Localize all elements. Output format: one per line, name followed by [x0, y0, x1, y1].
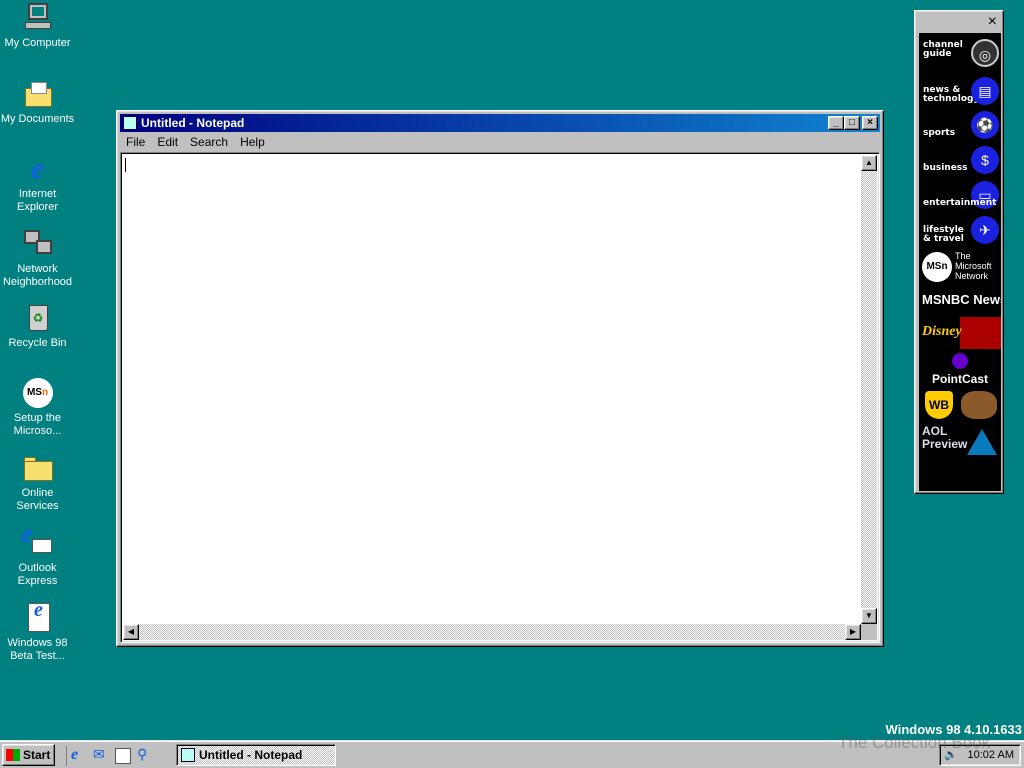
internet-explorer-icon: e — [30, 152, 45, 185]
desktop-icon-my-computer[interactable]: My Computer — [0, 2, 75, 50]
network-icon — [22, 228, 54, 260]
show-desktop-icon[interactable] — [115, 748, 131, 764]
logo-pointcast[interactable]: PointCast — [919, 353, 1001, 387]
scroll-left-button[interactable]: ◀ — [123, 624, 139, 640]
taz-icon — [961, 391, 997, 419]
text-area[interactable]: ▲ ▼ ◀ ▶ — [120, 152, 880, 643]
desktop-icon-recycle-bin[interactable]: ♻ Recycle Bin — [0, 302, 75, 350]
msn-icon: MSn — [22, 377, 54, 409]
logo-aol[interactable]: AOL Preview — [919, 425, 1001, 459]
channel-business[interactable]: business $ — [919, 146, 1001, 178]
desktop-icon-my-documents[interactable]: My Documents — [0, 78, 75, 126]
folder-icon — [22, 452, 54, 484]
title-bar[interactable]: Untitled - Notepad _ □ × — [120, 114, 880, 132]
channel-guide[interactable]: channel guide ◎ — [919, 33, 1001, 69]
channel-bar-close[interactable]: × — [988, 13, 997, 31]
desktop-icon-outlook-express[interactable]: e Outlook Express — [0, 521, 75, 588]
ie-launch-icon[interactable]: e — [71, 746, 87, 766]
scroll-up-button[interactable]: ▲ — [861, 155, 877, 171]
channel-list: channel guide ◎ news & technology ▤ sports… — [919, 33, 1001, 491]
desktop-icon-online-services[interactable]: Online Services — [0, 452, 75, 513]
channels-launch-icon[interactable]: ⚲ — [137, 746, 153, 766]
channel-bar: × channel guide ◎ news & technology ▤ spor… — [914, 10, 1004, 494]
document-ie-icon: e — [22, 600, 54, 634]
menu-bar: File Edit Search Help — [120, 133, 271, 152]
scroll-right-button[interactable]: ▶ — [845, 624, 861, 640]
notepad-icon — [123, 116, 137, 130]
horizontal-scrollbar[interactable]: ◀ ▶ — [123, 624, 861, 640]
folder-documents-icon — [22, 78, 54, 110]
text-cursor — [125, 158, 126, 172]
size-grip[interactable] — [861, 624, 877, 640]
outlook-launch-icon[interactable]: ✉ — [93, 746, 109, 766]
channel-news-technology[interactable]: news & technology ▤ — [919, 75, 1001, 107]
menu-edit[interactable]: Edit — [151, 133, 184, 152]
notepad-task-icon — [181, 748, 195, 762]
vertical-scrollbar[interactable]: ▲ ▼ — [861, 155, 877, 624]
dollar-icon: $ — [971, 146, 999, 174]
desktop-icon-internet-explorer[interactable]: e Internet Explorer — [0, 153, 75, 214]
outlook-express-icon: e — [22, 521, 54, 559]
menu-file[interactable]: File — [120, 133, 151, 152]
maximize-button[interactable]: □ — [844, 116, 860, 130]
logo-msnbc[interactable]: MSNBC News — [919, 289, 1001, 311]
magnifier-icon: ◎ — [971, 39, 999, 67]
quick-launch: e ✉ ⚲ — [66, 746, 153, 766]
close-button[interactable]: × — [862, 116, 878, 130]
computer-icon — [22, 2, 54, 34]
notepad-window: Untitled - Notepad _ □ × File Edit Searc… — [116, 110, 884, 647]
window-title: Untitled - Notepad — [141, 116, 245, 130]
newspaper-icon: ▤ — [971, 77, 999, 105]
channel-lifestyle-travel[interactable]: lifestyle & travel ✈ — [919, 216, 1001, 248]
desktop-icon-setup-msn[interactable]: MSn Setup the Microso... — [0, 377, 75, 438]
logo-wb[interactable]: WB — [919, 389, 1001, 421]
ball-icon: ⚽ — [971, 111, 999, 139]
airplane-icon: ✈ — [971, 216, 999, 244]
logo-msn[interactable]: MSn The Microsoft Network — [919, 251, 1001, 285]
logo-disney[interactable]: Disney — [919, 317, 1001, 349]
desktop-icon-win98-beta[interactable]: e Windows 98 Beta Test... — [0, 600, 75, 663]
windows-logo-icon — [6, 749, 20, 761]
minimize-button[interactable]: _ — [828, 116, 844, 130]
task-notepad[interactable]: Untitled - Notepad — [176, 744, 336, 766]
menu-search[interactable]: Search — [184, 133, 234, 152]
channel-entertainment[interactable]: ▭ entertainment — [919, 181, 1001, 213]
watermark: The Collection Book — [838, 733, 991, 752]
desktop-icon-network-neighborhood[interactable]: Network Neighborhood — [0, 228, 75, 289]
aol-triangle-icon — [967, 429, 997, 455]
menu-help[interactable]: Help — [234, 133, 271, 152]
msn-logo-icon: MSn — [922, 252, 952, 282]
recycle-bin-icon: ♻ — [22, 302, 54, 334]
scroll-down-button[interactable]: ▼ — [861, 608, 877, 624]
pointcast-icon — [952, 353, 968, 369]
start-button[interactable]: Start — [2, 744, 55, 766]
channel-sports[interactable]: sports ⚽ — [919, 111, 1001, 143]
